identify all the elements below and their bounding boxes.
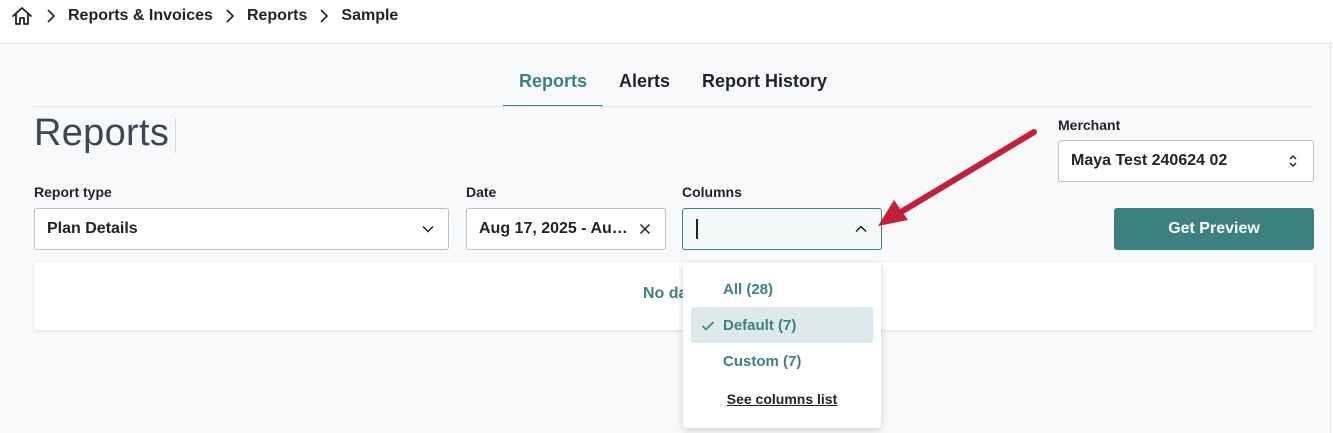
- breadcrumb-item-sample: Sample: [341, 7, 399, 24]
- merchant-select[interactable]: Maya Test 240624 02: [1058, 140, 1314, 182]
- tab-alerts[interactable]: Alerts: [603, 62, 686, 107]
- columns-label: Columns: [682, 184, 742, 200]
- option-label: Custom (7): [723, 352, 802, 370]
- results-panel: No data: [34, 262, 1314, 330]
- tab-bar: Reports Alerts Report History: [503, 62, 843, 107]
- date-value: Aug 17, 2025 - Aug 17, 2025: [479, 220, 637, 237]
- see-columns-list-link[interactable]: See columns list: [683, 391, 881, 407]
- tab-reports[interactable]: Reports: [503, 62, 604, 107]
- divider: [34, 106, 1314, 107]
- columns-dropdown-menu: All (28) Default (7) Custom (7) See colu…: [683, 263, 881, 428]
- columns-option-custom[interactable]: Custom (7): [691, 343, 873, 379]
- columns-option-all[interactable]: All (28): [691, 271, 873, 307]
- columns-select[interactable]: [682, 208, 882, 250]
- chevron-right-icon: [34, 9, 68, 23]
- checkmark-icon: [701, 319, 715, 331]
- breadcrumb-item-reports[interactable]: Reports: [247, 7, 307, 25]
- page-title: Reports: [34, 112, 170, 154]
- breadcrumb-item-reports-invoices[interactable]: Reports & Invoices: [68, 7, 213, 25]
- home-icon[interactable]: [10, 5, 34, 27]
- title-divider: [175, 118, 176, 153]
- clear-icon[interactable]: [637, 221, 653, 237]
- top-bar: Reports & Invoices Reports Sample: [0, 0, 1333, 44]
- report-type-value: Plan Details: [47, 220, 138, 237]
- merchant-label: Merchant: [1058, 117, 1121, 133]
- option-label: Default (7): [723, 316, 797, 334]
- annotation-arrow-icon: [878, 129, 1037, 226]
- tab-report-history[interactable]: Report History: [686, 62, 843, 107]
- chevron-right-icon: [307, 9, 341, 23]
- get-preview-button[interactable]: Get Preview: [1114, 208, 1314, 250]
- option-label: All (28): [723, 280, 774, 298]
- content-border: [1330, 44, 1331, 433]
- text-cursor: [696, 219, 698, 239]
- columns-option-default[interactable]: Default (7): [691, 307, 873, 343]
- merchant-value: Maya Test 240624 02: [1071, 152, 1228, 169]
- date-label: Date: [466, 184, 497, 200]
- report-type-label: Report type: [34, 184, 112, 200]
- breadcrumb: Reports & Invoices Reports Sample: [10, 5, 398, 27]
- chevron-down-icon: [420, 221, 436, 237]
- chevron-right-icon: [213, 9, 247, 23]
- date-range-input[interactable]: Aug 17, 2025 - Aug 17, 2025: [466, 208, 666, 250]
- sort-icon: [1285, 153, 1301, 169]
- report-type-select[interactable]: Plan Details: [34, 208, 449, 250]
